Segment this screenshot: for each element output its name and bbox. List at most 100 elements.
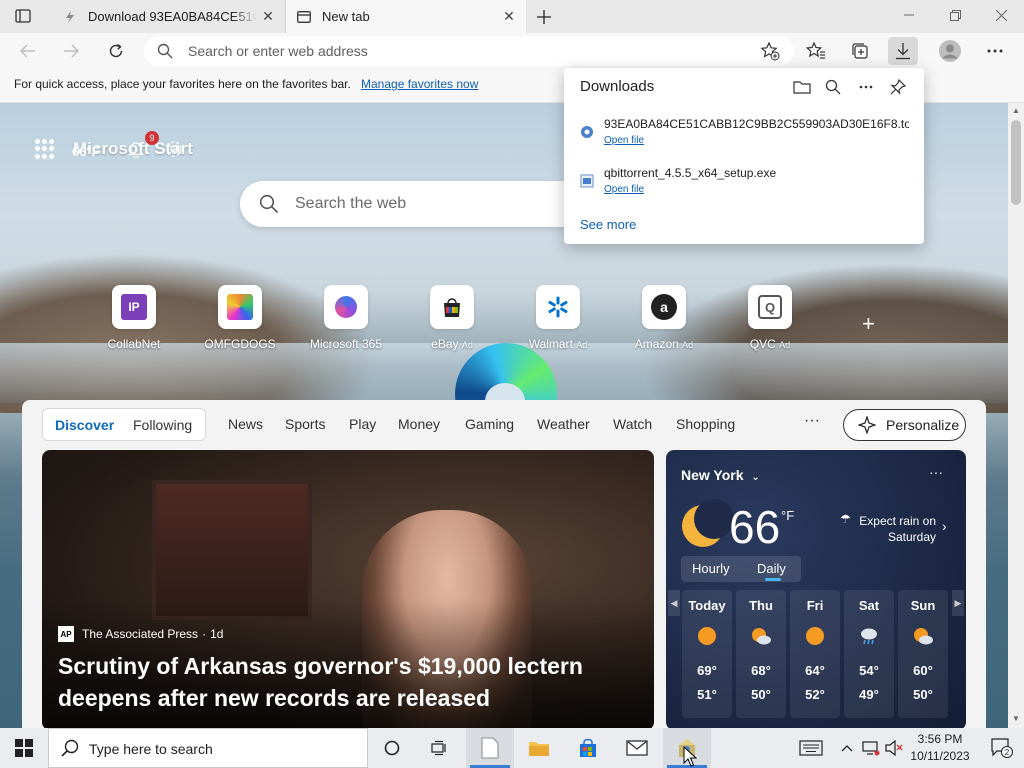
qvc-logo-icon: Q [748, 285, 792, 329]
forecast-next-arrow[interactable]: ▶ [952, 590, 964, 616]
nav-shopping[interactable]: Shopping [676, 416, 735, 432]
desktop: Download 93EA0BA84CE51CABB12C9BB2C559903… [0, 0, 1024, 768]
add-quick-link-plus-icon[interactable]: + [862, 311, 875, 337]
chevron-down-icon: ⌄ [751, 472, 760, 483]
collections-button[interactable] [845, 37, 875, 65]
quick-link-collabnet[interactable]: IP CollabNet [81, 285, 187, 351]
open-downloads-folder-button[interactable] [791, 76, 813, 98]
forecast-day[interactable]: Thu 68° 50° [736, 590, 786, 718]
page-scrollbar[interactable]: ▲ ▼ [1008, 103, 1024, 728]
taskbar-search-box[interactable]: Type here to search [48, 728, 368, 768]
personalize-button[interactable]: Personalize [843, 409, 966, 441]
quick-link-microsoft-365[interactable]: Microsoft 365 [293, 285, 399, 351]
scroll-down-arrow-icon[interactable]: ▼ [1011, 714, 1021, 724]
scrollbar-thumb[interactable] [1011, 120, 1021, 205]
tab-daily[interactable]: Daily [757, 561, 786, 581]
taskbar-file-explorer[interactable] [515, 728, 563, 768]
tab-hourly[interactable]: Hourly [692, 561, 730, 576]
refresh-button[interactable] [102, 37, 130, 65]
open-file-link[interactable]: Open file [604, 184, 644, 195]
weather-alert[interactable]: Expect rain on Saturday [836, 513, 936, 545]
taskbar-mail[interactable] [613, 728, 661, 768]
quick-link-amazon[interactable]: a Amazon Ad [611, 285, 717, 351]
hero-article[interactable]: AP The Associated Press · 1d Scrutiny of… [42, 450, 654, 728]
manage-favorites-link[interactable]: Manage favorites now [361, 77, 478, 91]
sun-icon [806, 627, 824, 645]
start-button[interactable] [0, 728, 48, 768]
taskbar-clock[interactable]: 3:56 PM 10/11/2023 [900, 731, 980, 765]
forward-button[interactable] [57, 37, 85, 65]
feed-more-button[interactable]: ··· [804, 412, 820, 430]
chevron-right-icon[interactable]: › [942, 518, 947, 534]
forecast-day[interactable]: Fri 64° 52° [790, 590, 840, 718]
nav-watch[interactable]: Watch [613, 416, 652, 432]
quick-link-omfgdogs[interactable]: OMFGDOGS [187, 285, 293, 351]
article-headline[interactable]: Scrutiny of Arkansas governor's $19,000 … [58, 650, 628, 714]
forecast-day[interactable]: Today 69° 51° [682, 590, 732, 718]
tab-download[interactable]: Download 93EA0BA84CE51CABB12C9BB2C559903… [52, 0, 286, 33]
close-tab-icon[interactable]: ✕ [257, 6, 279, 28]
forecast-prev-arrow[interactable]: ◀ [668, 590, 680, 616]
taskbar-notepad[interactable] [466, 728, 514, 768]
weather-city[interactable]: New York ⌄ [681, 467, 760, 483]
back-button[interactable] [14, 37, 42, 65]
nav-sports[interactable]: Sports [285, 416, 325, 432]
downloads-more-button[interactable] [855, 76, 877, 98]
weather-card[interactable]: New York ⌄ ··· 66 °F ☂ Expect rain on Sa… [666, 450, 966, 728]
forecast-day-name: Today [688, 598, 726, 613]
pin-icon [890, 79, 906, 95]
bell-icon[interactable] [128, 140, 144, 158]
network-tray-icon[interactable] [860, 728, 882, 768]
profile-button[interactable] [935, 37, 965, 65]
taskbar: Type here to search 3:56 PM 10/11/2023 2 [0, 728, 1024, 768]
tab-actions-menu-button[interactable] [10, 6, 36, 26]
nav-money[interactable]: Money [398, 416, 440, 432]
input-indicator[interactable] [795, 728, 827, 768]
downloads-button[interactable] [888, 37, 918, 65]
taskbar-store[interactable] [564, 728, 612, 768]
forecast-day[interactable]: Sun 60° 50° [898, 590, 948, 718]
app-launcher-icon[interactable] [35, 139, 55, 159]
address-bar[interactable]: Search or enter web address [144, 36, 794, 66]
weather-mini-temp[interactable]: 66°F [72, 144, 100, 159]
scroll-up-arrow-icon[interactable]: ▲ [1011, 106, 1021, 116]
close-window-button[interactable] [978, 0, 1024, 30]
search-downloads-button[interactable] [822, 76, 844, 98]
gear-icon[interactable] [165, 140, 183, 158]
favorites-button[interactable] [801, 37, 831, 65]
task-view-button[interactable] [416, 728, 464, 768]
forecast-day-name: Sat [858, 598, 880, 613]
tab-following[interactable]: Following [133, 417, 192, 433]
tab-new-tab[interactable]: New tab ✕ [286, 0, 526, 33]
quick-link-walmart[interactable]: Walmart Ad [505, 285, 611, 351]
pin-downloads-button[interactable] [887, 76, 909, 98]
source-separator: · [202, 627, 207, 641]
add-favorite-icon[interactable] [760, 41, 780, 61]
amazon-logo-icon: a [642, 285, 686, 329]
new-tab-button[interactable] [532, 5, 556, 29]
minimize-button[interactable] [886, 0, 932, 30]
nav-weather[interactable]: Weather [537, 416, 590, 432]
news-feed: Discover Following News Sports Play Mone… [22, 400, 986, 728]
action-center-button[interactable]: 2 [980, 728, 1024, 768]
collections-icon [852, 43, 868, 59]
weather-more-icon[interactable]: ··· [929, 464, 943, 480]
weather-forecast: ◀ ▶ Today 69° 51° Thu 68° 50° Fri 64° 52… [666, 590, 966, 724]
omfgdogs-logo-icon [218, 285, 262, 329]
nav-gaming[interactable]: Gaming [465, 416, 514, 432]
nav-play[interactable]: Play [349, 416, 376, 432]
article-age: 1d [210, 627, 224, 641]
cortana-button[interactable] [368, 728, 416, 768]
forecast-low: 49° [859, 687, 879, 702]
quick-link-qvc[interactable]: Q QVC Ad [717, 285, 823, 351]
restore-button[interactable] [932, 0, 978, 30]
open-file-link[interactable]: Open file [604, 135, 644, 146]
see-more-link[interactable]: See more [580, 217, 636, 232]
nav-news[interactable]: News [228, 416, 263, 432]
quick-link-ebay[interactable]: eBay Ad [399, 285, 505, 351]
forecast-day[interactable]: Sat 54° 49° [844, 590, 894, 718]
settings-menu-button[interactable] [980, 37, 1010, 65]
tab-discover[interactable]: Discover [55, 417, 114, 433]
show-hidden-icons-button[interactable] [838, 728, 856, 768]
close-tab-icon[interactable]: ✕ [498, 6, 520, 28]
